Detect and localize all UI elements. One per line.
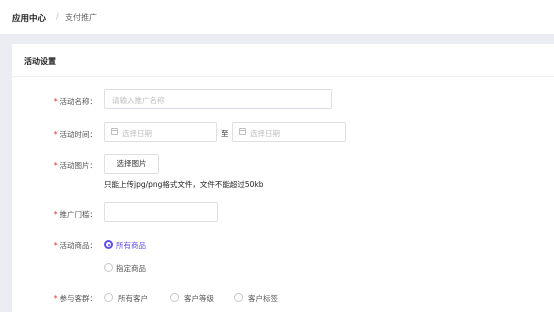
breadcrumb-separator: / bbox=[56, 12, 59, 21]
end-date-input[interactable]: 选择日期 bbox=[232, 122, 346, 142]
specific-goods-option-label[interactable]: 指定商品 bbox=[116, 263, 146, 274]
required-mark: * bbox=[53, 130, 58, 139]
audience-label: * 参与客群： bbox=[12, 293, 97, 304]
activity-image-label: * 活动图片： bbox=[12, 160, 97, 171]
required-mark: * bbox=[53, 294, 58, 303]
required-mark: * bbox=[53, 161, 58, 170]
calendar-icon bbox=[111, 128, 118, 135]
radio-all-goods[interactable] bbox=[104, 240, 113, 249]
required-mark: * bbox=[53, 241, 58, 250]
calendar-icon bbox=[239, 128, 246, 135]
settings-panel: 活动设置 * 活动名称： 请输入推广名称 * 活动时间： 选择日期 至 选择日期 *… bbox=[12, 44, 554, 312]
audience-label-text: 参与客群： bbox=[59, 294, 98, 303]
activity-time-label: * 活动时间： bbox=[12, 129, 97, 140]
section-divider bbox=[12, 76, 554, 77]
promotion-threshold-label-text: 推广门槛： bbox=[59, 210, 98, 219]
date-range-separator: 至 bbox=[221, 129, 229, 138]
customer-tag-option-label[interactable]: 客户标签 bbox=[248, 293, 278, 304]
required-mark: * bbox=[53, 210, 58, 219]
activity-image-label-text: 活动图片： bbox=[59, 161, 98, 170]
start-date-input[interactable]: 选择日期 bbox=[104, 122, 217, 142]
start-date-placeholder: 选择日期 bbox=[122, 129, 152, 138]
end-date-placeholder: 选择日期 bbox=[250, 129, 280, 138]
top-bar: 应用中心 / 支付推广 bbox=[0, 0, 554, 34]
breadcrumb-root[interactable]: 应用中心 bbox=[12, 12, 46, 24]
image-upload-hint: 只能上传jpg/png格式文件，文件不能超过50kb bbox=[104, 180, 264, 189]
activity-goods-label: * 活动商品： bbox=[12, 240, 97, 251]
activity-name-input[interactable]: 请输入推广名称 bbox=[104, 89, 332, 109]
customer-level-option-label[interactable]: 客户等级 bbox=[184, 293, 214, 304]
radio-all-customers[interactable] bbox=[104, 293, 113, 302]
all-customers-option-label[interactable]: 所有客户 bbox=[118, 293, 148, 304]
choose-image-button[interactable]: 选择图片 bbox=[104, 154, 159, 174]
activity-name-label-text: 活动名称： bbox=[59, 97, 98, 106]
all-goods-option-label[interactable]: 所有商品 bbox=[116, 240, 146, 251]
activity-goods-label-text: 活动商品： bbox=[59, 241, 98, 250]
promotion-threshold-input[interactable] bbox=[104, 202, 218, 222]
promotion-threshold-label: * 推广门槛： bbox=[12, 209, 97, 220]
required-mark: * bbox=[53, 97, 58, 106]
activity-time-label-text: 活动时间： bbox=[59, 130, 98, 139]
radio-customer-level[interactable] bbox=[170, 293, 179, 302]
activity-name-placeholder: 请输入推广名称 bbox=[112, 96, 165, 105]
radio-customer-tag[interactable] bbox=[234, 293, 243, 302]
section-title: 活动设置 bbox=[24, 57, 56, 66]
radio-specific-goods[interactable] bbox=[104, 263, 113, 272]
breadcrumb-current: 支付推广 bbox=[65, 13, 97, 22]
activity-name-label: * 活动名称： bbox=[12, 96, 97, 107]
